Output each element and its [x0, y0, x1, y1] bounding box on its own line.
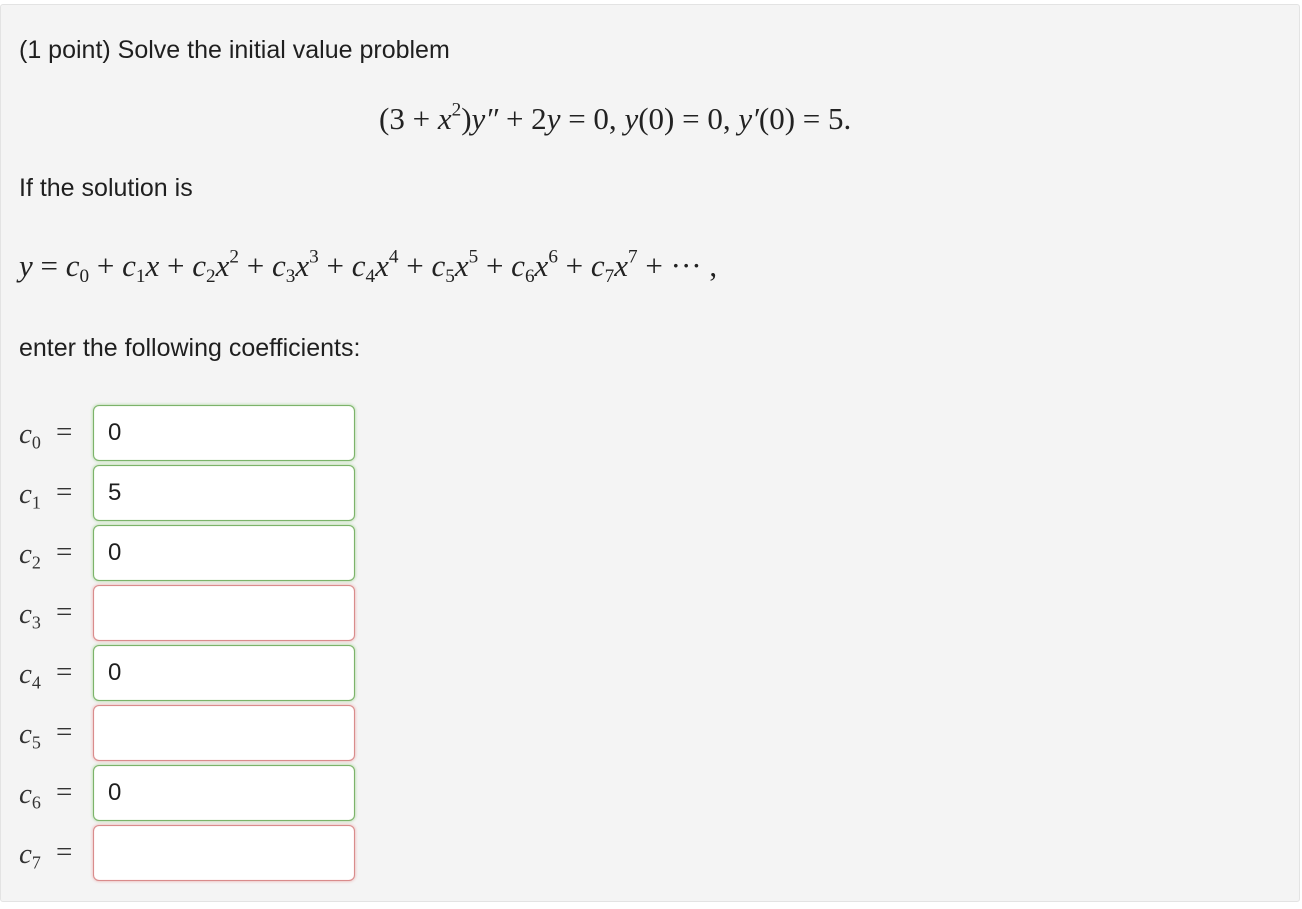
coefficient-row: c0 = — [1, 404, 401, 462]
coefficient-label: c6 — [19, 778, 41, 813]
coefficient-input-c1[interactable] — [93, 465, 355, 521]
coefficient-row: c4 = — [1, 644, 401, 702]
equals-sign: = — [56, 656, 73, 688]
equals-sign: = — [56, 776, 73, 808]
equals-sign: = — [56, 716, 73, 748]
coefficient-row: c6 = — [1, 764, 401, 822]
coefficient-label: c0 — [19, 418, 41, 453]
equals-sign: = — [56, 536, 73, 568]
coefficient-input-c7[interactable] — [93, 825, 355, 881]
enter-prompt: enter the following coefficients: — [19, 334, 361, 362]
coefficient-input-c6[interactable] — [93, 765, 355, 821]
coefficient-row: c3 = — [1, 584, 401, 642]
series-equation: y = c0 + c1x + c2x2 + c3x3 + c4x4 + c5x5… — [19, 246, 718, 287]
coefficient-label: c2 — [19, 538, 41, 573]
coefficient-label: c4 — [19, 658, 41, 693]
coefficient-row: c7 = — [1, 824, 401, 882]
coefficient-row: c1 = — [1, 464, 401, 522]
coefficient-input-c4[interactable] — [93, 645, 355, 701]
coefficient-label: c3 — [19, 598, 41, 633]
problem-panel: (1 point) Solve the initial value proble… — [0, 4, 1300, 902]
coefficient-label: c1 — [19, 478, 41, 513]
equals-sign: = — [56, 476, 73, 508]
coefficient-input-c2[interactable] — [93, 525, 355, 581]
problem-title: (1 point) Solve the initial value proble… — [19, 36, 450, 64]
equals-sign: = — [56, 596, 73, 628]
coefficient-row: c5 = — [1, 704, 401, 762]
equals-sign: = — [56, 836, 73, 868]
coefficient-input-c5[interactable] — [93, 705, 355, 761]
coefficient-input-c0[interactable] — [93, 405, 355, 461]
ivp-equation: (3 + x2)y″ + 2y = 0, y(0) = 0, y′(0) = 5… — [379, 99, 852, 136]
coefficient-input-c3[interactable] — [93, 585, 355, 641]
coefficient-label: c5 — [19, 718, 41, 753]
coefficient-label: c7 — [19, 838, 41, 873]
solution-intro: If the solution is — [19, 174, 193, 202]
coefficient-row: c2 = — [1, 524, 401, 582]
equals-sign: = — [56, 416, 73, 448]
